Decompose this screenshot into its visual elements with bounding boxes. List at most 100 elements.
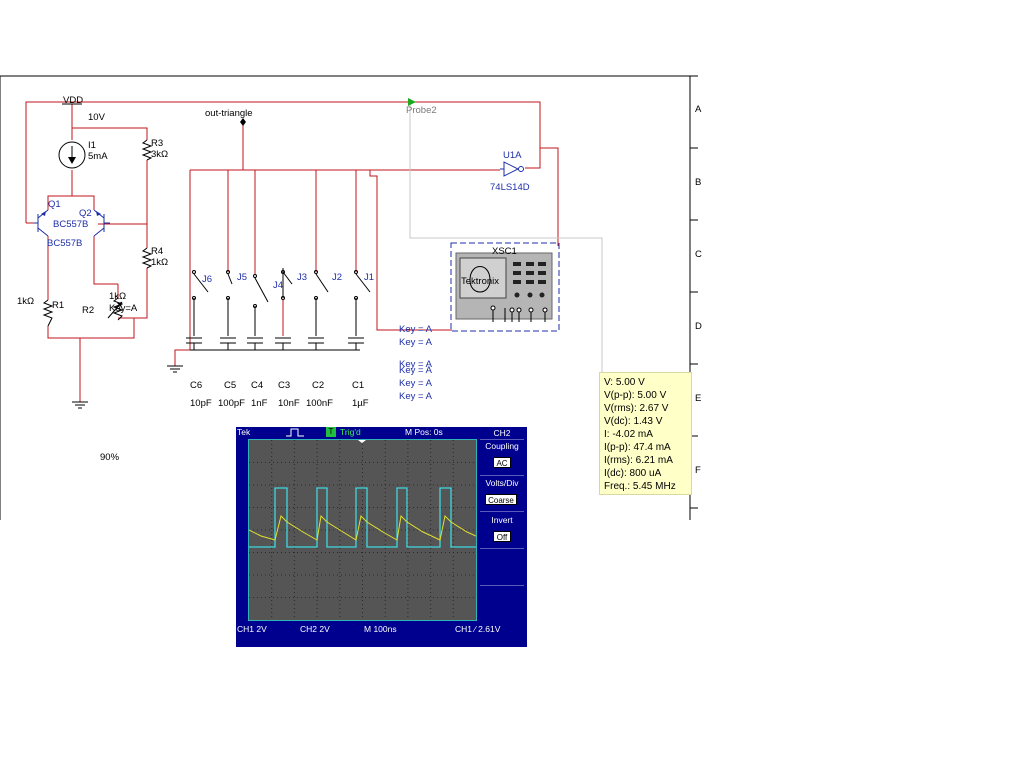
timebase: M 100ns — [364, 624, 397, 634]
r4-ref: R4 — [151, 246, 163, 257]
border-letter: A — [695, 104, 702, 115]
vdd-label: VDD — [63, 95, 83, 106]
oscilloscope-xsc1[interactable]: Tektronix XSC1 — [450, 242, 560, 332]
probe-voltage: V: 5.00 V — [604, 377, 645, 388]
resistor-r3[interactable]: R3 3kΩ — [141, 138, 168, 161]
vdd-value: 10V — [88, 112, 106, 123]
menu-divider — [480, 511, 524, 512]
capacitor-ref: C3 — [278, 380, 290, 391]
scope-display-panel[interactable]: Tek T Trig'd M Pos: 0s CH2 Coupling AC V… — [236, 427, 527, 647]
q1-model: BC557B — [47, 238, 82, 249]
switch-j6[interactable]: J6 — [192, 270, 213, 300]
q2-model: BC557B — [53, 219, 88, 230]
r2-key: Key=A — [109, 303, 138, 314]
invert-button[interactable]: Off — [493, 531, 511, 542]
r1-value: 1kΩ — [17, 296, 34, 307]
scope-side-menu: CH2 Coupling AC Volts/Div Coarse Invert … — [477, 427, 527, 623]
u1a-ref: U1A — [503, 150, 522, 161]
switch-label: J4 — [273, 280, 283, 291]
potentiometer-r2[interactable]: 1kΩ Key=A R2 90% — [82, 291, 138, 463]
trigger-state: Trig'd — [340, 427, 361, 437]
switch-label: J2 — [332, 272, 342, 283]
probe-current: I: -4.02 mA — [604, 429, 653, 440]
volts-div-button[interactable]: Coarse — [485, 494, 517, 505]
probe-irms: I(rms): 6.21 mA — [604, 455, 673, 466]
r2-value: 1kΩ — [109, 291, 126, 302]
switch-label: J5 — [237, 272, 247, 283]
ground-icon — [72, 401, 88, 409]
border-letter: B — [695, 177, 701, 188]
ch1-scale: CH1 2V — [237, 624, 267, 634]
probe-idc: I(dc): 800 uA — [604, 468, 662, 479]
capacitor-c2[interactable] — [308, 337, 324, 350]
scope-graticule — [248, 440, 477, 620]
q1-ref: Q1 — [48, 199, 61, 210]
menu-divider — [480, 548, 524, 549]
scope-status-bar: Tek T Trig'd M Pos: 0s — [236, 427, 477, 438]
r3-value: 3kΩ — [151, 149, 168, 160]
invert-label: Invert — [491, 515, 513, 525]
capacitor-labels: C6 C5 C4 C3 C2 C1 10pF 100pF 1nF 10nF 10… — [190, 380, 369, 409]
scope-readout-bar: CH1 2V CH2 2V M 100ns CH1 ∕ 2.61V — [236, 624, 527, 636]
trigger-status-icon — [286, 428, 304, 437]
r3-ref: R3 — [151, 138, 163, 149]
probe-measurement-tooltip: V: 5.00 V V(p-p): 5.00 V V(rms): 2.67 V … — [599, 372, 692, 495]
switch-label: J1 — [364, 272, 374, 283]
vdd-source[interactable]: VDD 10V — [62, 95, 106, 123]
capacitor-value: 100pF — [218, 398, 245, 409]
capacitor-value: 10nF — [278, 398, 300, 409]
probe-frequency: Freq.: 5.45 MHz — [604, 481, 676, 492]
trigger-level: CH1 ∕ 2.61V — [455, 624, 501, 634]
capacitor-c3[interactable] — [275, 337, 291, 350]
transistor-q2[interactable]: Q2 BC557B — [53, 208, 110, 237]
volts-div-label: Volts/Div — [485, 478, 519, 488]
scope-brand: Tek — [237, 427, 251, 437]
key-label: Key = A — [399, 337, 433, 348]
ch2-scale: CH2 2V — [300, 624, 330, 634]
probe-wire — [409, 104, 603, 372]
xsc1-brand: Tektronix — [461, 276, 499, 287]
border-letter: C — [695, 249, 702, 260]
probe-vrms: V(rms): 2.67 V — [604, 403, 669, 414]
u1a-model: 74LS14D — [490, 182, 530, 193]
schmitt-inverter-u1a[interactable]: U1A 74LS14D — [490, 150, 530, 193]
switch-j1[interactable]: J1 — [354, 270, 375, 300]
capacitor-c5[interactable] — [220, 337, 236, 350]
capacitor-c6[interactable] — [186, 337, 202, 350]
capacitor-ref: C2 — [312, 380, 324, 391]
border-letter: D — [695, 321, 702, 332]
resistor-r1[interactable]: R1 1kΩ — [17, 296, 64, 327]
trigger-badge: T — [326, 427, 336, 437]
capacitor-value: 10pF — [190, 398, 212, 409]
schematic-sheet[interactable]: A B C D E F Probe2 VDD 10V I1 5mA R3 3kΩ… — [0, 0, 1024, 768]
key-label: Key = A — [399, 324, 433, 335]
capacitor-c4[interactable] — [247, 337, 263, 350]
capacitor-value: 1nF — [251, 398, 268, 409]
border-letter: F — [695, 465, 701, 476]
switch-j2[interactable]: J2 — [314, 270, 343, 300]
r2-percent: 90% — [100, 452, 120, 463]
switch-label: J3 — [297, 272, 307, 283]
key-label: Key = A — [399, 391, 433, 402]
capacitor-value: 100nF — [306, 398, 333, 409]
capacitor-ref: C5 — [224, 380, 236, 391]
coupling-label: Coupling — [485, 441, 519, 451]
menu-divider — [480, 439, 524, 440]
switch-j4[interactable]: J4 — [253, 274, 284, 308]
scope-screen — [248, 439, 477, 621]
r1-ref: R1 — [52, 300, 64, 311]
capacitor-value: 1µF — [352, 398, 369, 409]
xsc1-ref: XSC1 — [492, 246, 517, 257]
capacitor-ref: C6 — [190, 380, 202, 391]
key-label: Key = A — [399, 378, 433, 389]
capacitor-c1[interactable] — [348, 337, 364, 350]
scope-channel-label: CH2 — [493, 428, 511, 438]
coupling-button[interactable]: AC — [493, 457, 511, 468]
capacitor-ref: C1 — [352, 380, 364, 391]
current-source-i1[interactable]: I1 5mA — [58, 140, 108, 169]
ground-icon — [167, 365, 183, 373]
switch-j5[interactable]: J5 — [226, 270, 248, 300]
r4-value: 1kΩ — [151, 257, 168, 268]
resistor-r4[interactable]: R4 1kΩ — [141, 246, 168, 269]
net-label-out-triangle[interactable]: out-triangle — [205, 108, 253, 126]
